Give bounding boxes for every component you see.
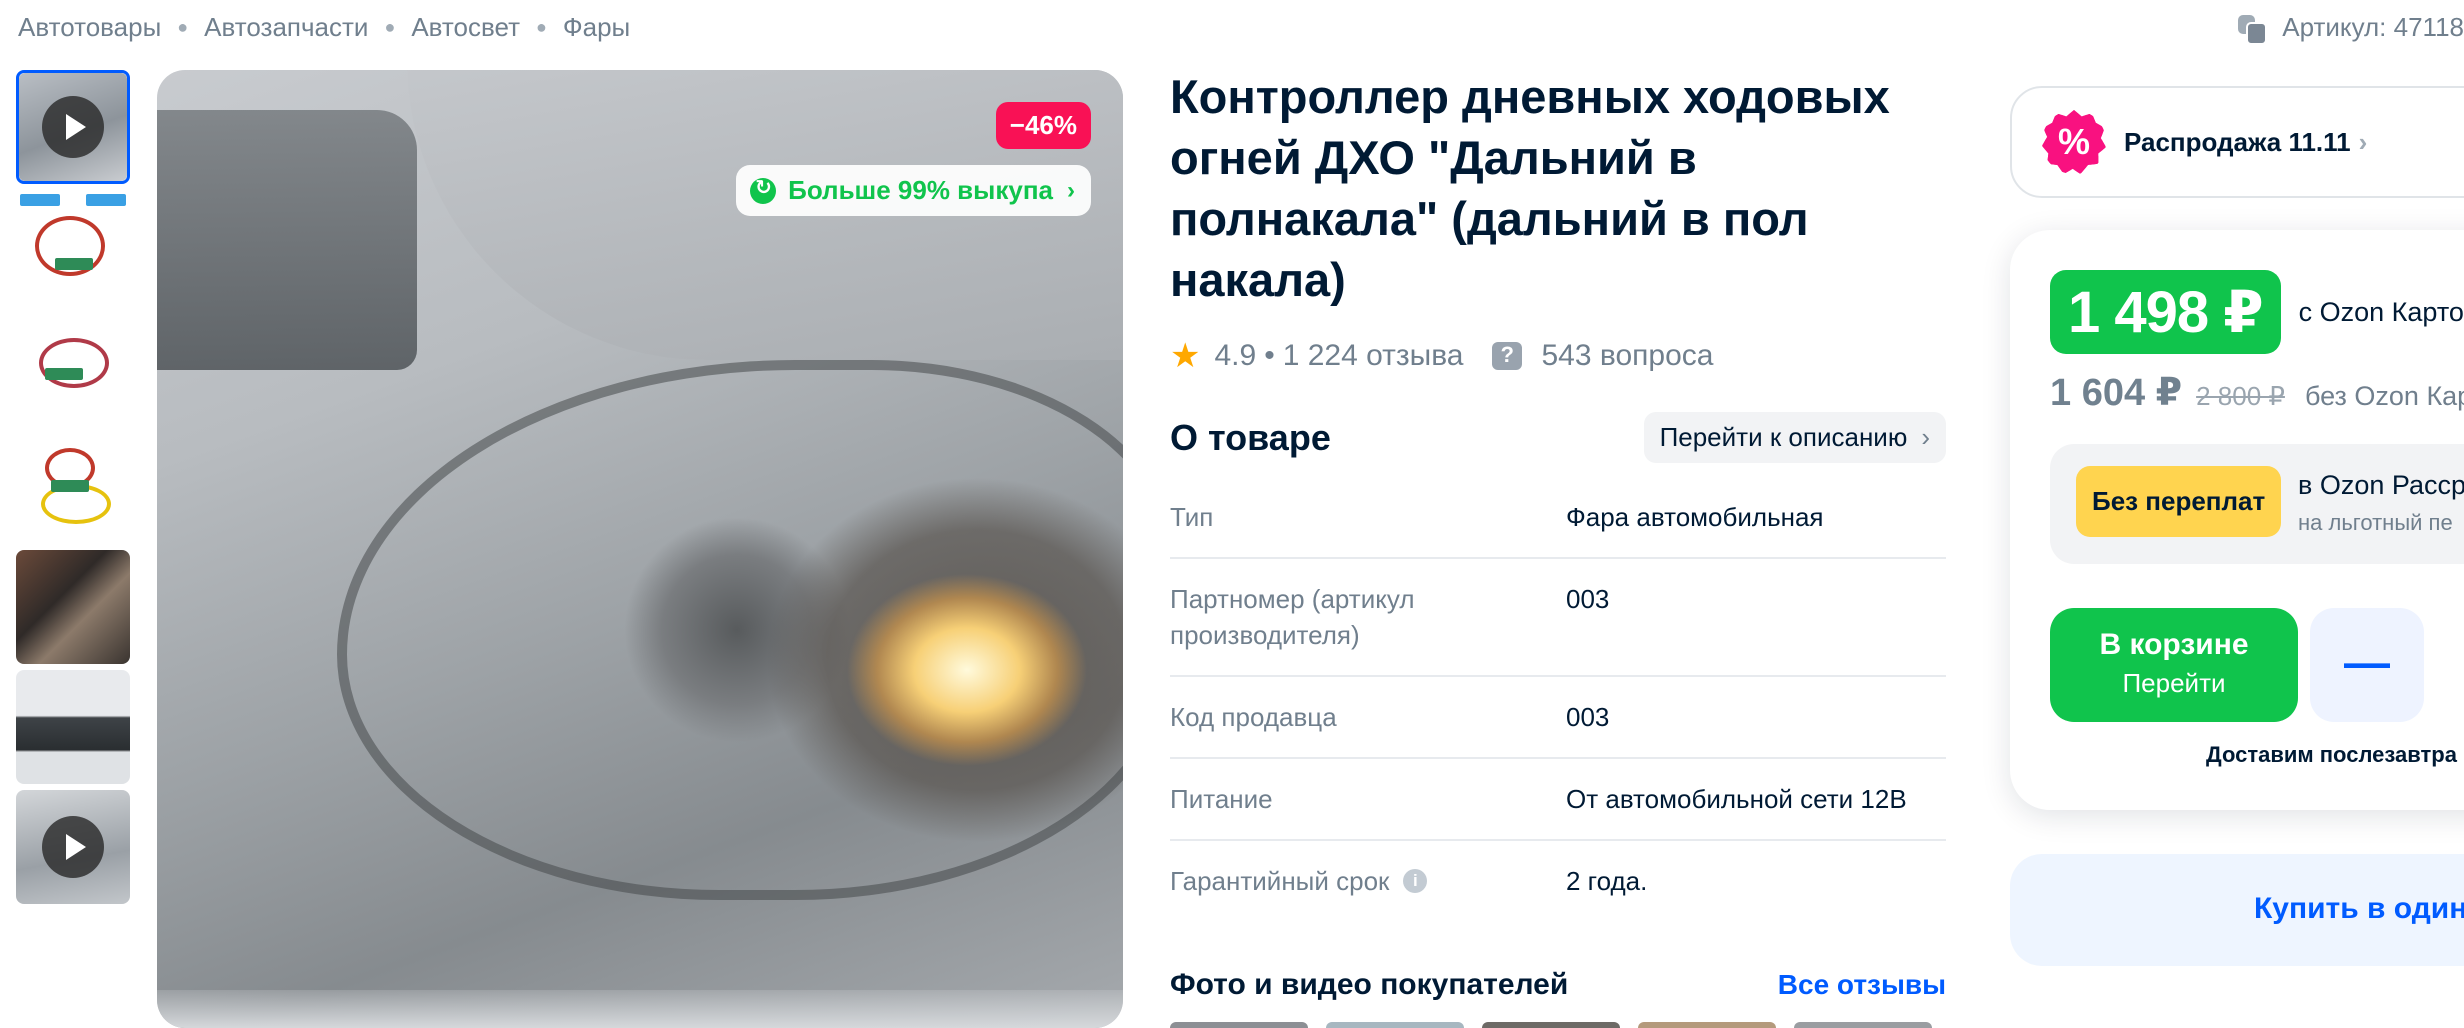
customer-photo[interactable] [1638,1022,1776,1028]
customer-photo[interactable] [1482,1022,1620,1028]
rating-row: ★ 4.9 • 1 224 отзыва 543 вопроса [1170,336,1946,376]
spec-row: Код продавца 003 [1170,677,1946,759]
spec-key: Тип [1170,502,1214,532]
main-product-image[interactable]: −46% Больше 99% выкупа › [157,70,1123,1028]
play-icon [42,816,104,878]
thumbnail-image[interactable] [16,310,130,424]
play-icon [42,96,104,158]
spec-key: Питание [1170,784,1273,814]
spec-key: Партномер (артикул производителя) [1170,584,1415,650]
spec-row: Партномер (артикул производителя) 003 [1170,559,1946,677]
question-icon [1491,342,1522,370]
spec-row: Питание От автомобильной сети 12В [1170,759,1946,841]
in-cart-button[interactable]: В корзине Перейти [2050,608,2298,722]
installment-banner[interactable]: Без переплат в Ozon Расср на льготный пе [2050,444,2464,564]
reviews-link[interactable]: 1 224 отзыва [1283,339,1464,373]
spec-row: Гарантийный срок i 2 года. [1170,841,1946,921]
thumbnail-list [16,70,130,910]
chevron-right-icon: › [1921,422,1930,452]
delivery-label: Доставим послезавтра [2206,742,2457,767]
questions-link[interactable]: 543 вопроса [1542,339,1714,373]
ozon-card-price: 1 498 ₽ [2050,270,2281,354]
customer-photos-strip [1170,1022,1950,1028]
customer-photo[interactable] [1170,1022,1308,1028]
spec-key: Гарантийный срок [1170,866,1390,896]
spec-row: Тип Фара автомобильная [1170,477,1946,559]
breadcrumb-separator: ● [384,17,396,37]
breadcrumb-separator: ● [177,17,189,37]
all-reviews-link[interactable]: Все отзывы [1778,969,1946,1001]
spec-value: Фара автомобильная [1566,502,1824,532]
specs-table: Тип Фара автомобильная Партномер (артику… [1170,477,1946,921]
customer-photo[interactable] [1326,1022,1464,1028]
breadcrumb-item[interactable]: Фары [563,12,630,43]
without-card-label: без Ozon Кар [2304,381,2464,411]
copy-icon [2238,14,2268,45]
installment-title: в Ozon Расср [2298,470,2464,500]
spec-value: 003 [1566,584,1610,614]
spec-value: 2 года. [1566,866,1648,896]
breadcrumb-item[interactable]: Автотовары [18,12,161,43]
spec-value: От автомобильной сети 12В [1566,784,1907,814]
in-cart-label: В корзине [2099,628,2249,661]
star-icon: ★ [1170,337,1201,375]
info-icon[interactable]: i [1403,869,1428,893]
regular-price: 1 604 ₽ [2050,372,2183,414]
customer-photos-title: Фото и видео покупателей [1170,968,1569,1001]
discount-badge: −46% [995,102,1091,149]
thumbnail-video[interactable] [16,790,130,904]
chevron-right-icon: › [2358,126,2368,157]
customer-photo[interactable] [1794,1022,1932,1028]
breadcrumb-item[interactable]: Автозапчасти [204,12,368,43]
buyout-badge[interactable]: Больше 99% выкупа › [736,165,1091,216]
go-to-description-label: Перейти к описанию [1659,422,1908,452]
product-title: Контроллер дневных ходовых огней ДХО "Да… [1170,70,1890,306]
about-title: О товаре [1170,416,1331,458]
thumbnail-video[interactable] [16,70,130,184]
sku-copy[interactable]: Артикул: 47118 [2238,12,2464,45]
installment-subtitle: на льготный пе [2298,510,2453,535]
price-card: 1 498 ₽ с Ozon Картой 1 604 ₽ 2 800 ₽ бе… [2010,230,2464,810]
breadcrumb-separator: ● [536,17,547,37]
go-to-description-button[interactable]: Перейти к описанию › [1643,412,1946,463]
old-price: 2 800 ₽ [2196,381,2285,411]
thumbnail-image[interactable] [16,190,130,304]
sale-label: Распродажа 11.11 [2124,126,2351,157]
decrease-quantity-button[interactable]: — [2310,608,2424,722]
spec-key: Код продавца [1170,702,1337,732]
buyout-label: Больше 99% выкупа [788,175,1053,205]
sku-label: Артикул: 47118 [2282,12,2464,42]
rating-value: 4.9 [1214,339,1257,372]
chevron-right-icon: › [1067,176,1075,204]
thumbnail-image[interactable] [16,670,130,784]
thumbnail-image[interactable] [16,430,130,544]
buy-one-click-button[interactable]: Купить в один [2010,854,2464,966]
refresh-icon [750,175,777,204]
percent-badge-icon: % [2042,110,2106,174]
spec-value: 003 [1566,702,1610,732]
with-card-label: с Ozon Картой [2298,296,2464,327]
breadcrumb: Автотовары ● Автозапчасти ● Автосвет ● Ф… [18,12,630,43]
go-to-cart-label: Перейти [2122,668,2226,698]
thumbnail-image[interactable] [16,550,130,664]
no-overpay-badge: Без переплат [2076,466,2282,537]
breadcrumb-item[interactable]: Автосвет [411,12,520,43]
sale-banner[interactable]: % Распродажа 11.11 › [2010,86,2464,198]
